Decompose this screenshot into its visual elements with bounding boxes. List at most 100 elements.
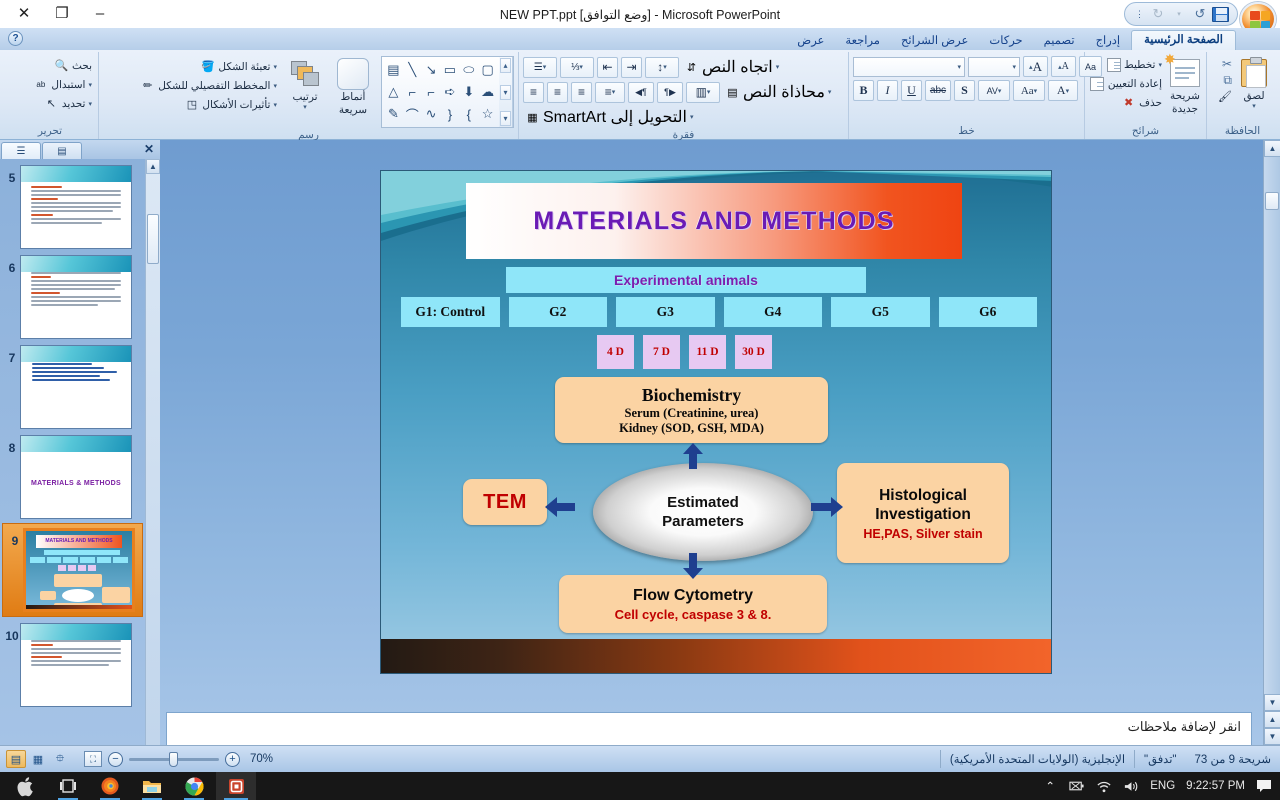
group-box-g6[interactable]: G6 [938, 297, 1037, 327]
shapes-more-icon[interactable]: ▾ [500, 111, 511, 126]
thumbnail-slide-5[interactable]: 5 [0, 159, 145, 249]
tab-design[interactable]: تصميم [1034, 31, 1085, 50]
node-biochemistry[interactable]: Biochemistry Serum (Creatinine, urea) Ki… [555, 377, 828, 443]
qat-overflow-icon[interactable]: ⋮ [1135, 9, 1144, 20]
shape-wave-icon[interactable]: ∿ [422, 103, 441, 125]
wifi-icon[interactable] [1096, 778, 1112, 794]
shape-star-icon[interactable]: ☆ [478, 103, 497, 125]
shape-step-connector-icon[interactable]: ⌐ [403, 81, 422, 103]
bold-button[interactable]: B [853, 80, 874, 101]
thumbnail-slide-9[interactable]: 9 MATERIALS AND METHODS [2, 523, 143, 617]
notifications-icon[interactable] [1256, 778, 1272, 794]
fit-slide-icon[interactable]: ⛶ [84, 751, 102, 767]
shape-arrow-icon[interactable]: ↘ [422, 59, 441, 81]
font-name-caret-icon[interactable]: ▾ [957, 63, 961, 71]
shapes-grid[interactable]: ▢ ⬭ ▭ ↘ ╲ ▤ ☁ ⬇ ➪ ⌐ ⌐ △ ☆ } {∿ ⌒ ✎ [382, 57, 499, 127]
increase-indent-button[interactable]: ⇥ [621, 56, 642, 78]
slide-scrollbar[interactable]: ▲ ▼ ▲ ▼ [1263, 140, 1280, 745]
thumbnail-slide-7[interactable]: 7 AIM OF THE WORK [0, 339, 145, 429]
shape-textbox-icon[interactable]: ▤ [384, 59, 403, 81]
shapes-scroll[interactable]: ▴ ▾ ▾ [499, 57, 513, 127]
decrease-indent-button[interactable]: ⇤ [597, 56, 618, 78]
node-histological-investigation[interactable]: Histological Investigation HE,PAS, Silve… [837, 463, 1009, 563]
help-icon[interactable]: ? [8, 31, 23, 46]
experimental-animals-box[interactable]: Experimental animals [506, 267, 866, 293]
change-case-button[interactable]: ▾ Aa [1013, 80, 1045, 101]
tab-home[interactable]: الصفحة الرئيسية [1131, 30, 1236, 50]
copy-icon[interactable]: ⧉ [1218, 73, 1232, 88]
chrome-button[interactable] [174, 772, 214, 800]
strikethrough-button[interactable]: abc [925, 80, 951, 101]
font-color-button[interactable]: ▾ A [1048, 80, 1078, 101]
zoom-level[interactable]: 70% [246, 753, 277, 765]
shape-line-icon[interactable]: ╲ [403, 59, 422, 81]
tab-review[interactable]: مراجعة [835, 31, 890, 50]
text-direction-button[interactable]: ▾ اتجاه النص ⇵ [682, 56, 781, 78]
rtl-direction-button[interactable]: ¶◀ [628, 81, 654, 103]
save-icon[interactable] [1212, 6, 1229, 22]
shape-cloud-icon[interactable]: ☁ [478, 81, 497, 103]
group-box-g1[interactable]: G1: Control [401, 297, 500, 327]
thumbnail-slide-10[interactable]: 10 Animal groups [0, 617, 145, 707]
convert-smartart-button[interactable]: ▾ التحويل إلى SmartArt ▦ [523, 106, 696, 128]
shape-oval-icon[interactable]: ⬭ [459, 59, 478, 81]
thumbnail-list[interactable]: 5 6 Mo [0, 159, 145, 745]
shapes-gallery[interactable]: ▴ ▾ ▾ ▢ ⬭ ▭ ↘ ╲ ▤ ☁ ⬇ ➪ ⌐ ⌐ △ ☆} {∿ ⌒ … [381, 56, 514, 128]
justify-button[interactable]: ▾ ≡ [595, 81, 625, 103]
day-box-30d[interactable]: 30 D [735, 335, 772, 369]
reset-button[interactable]: إعادة التعيين [1088, 75, 1164, 92]
zoom-in-button[interactable]: + [225, 751, 240, 767]
tab-view[interactable]: عرض [787, 31, 834, 50]
group-box-g2[interactable]: G2 [508, 297, 607, 327]
node-tem[interactable]: TEM [463, 479, 547, 525]
undo-icon[interactable]: ↺ [1191, 5, 1209, 23]
view-normal-icon[interactable]: ▤ [6, 750, 26, 768]
tab-insert[interactable]: إدراج [1086, 31, 1131, 50]
view-slideshow-icon[interactable]: ⯐ [50, 750, 70, 768]
paste-caret-icon[interactable]: ▾ [1252, 102, 1256, 110]
paste-button[interactable]: لصق ▾ [1234, 55, 1274, 112]
powerpoint-button[interactable] [216, 772, 256, 800]
task-view-button[interactable] [48, 772, 88, 800]
shape-rectangle-icon[interactable]: ▭ [441, 59, 460, 81]
shapes-scroll-down-icon[interactable]: ▾ [500, 84, 511, 100]
numbering-button[interactable]: ▾ ⅓ [560, 56, 594, 78]
thumbnail-slide-8[interactable]: 8 MATERIALS & METHODS [0, 429, 145, 519]
arrange-caret-icon[interactable]: ▾ [303, 103, 307, 111]
battery-icon[interactable] [1069, 778, 1085, 794]
day-box-11d[interactable]: 11 D [689, 335, 726, 369]
chevron-up-icon[interactable]: ⌃ [1042, 778, 1058, 794]
ltr-direction-button[interactable]: ▶¶ [657, 81, 683, 103]
thumbnail-preview[interactable]: Animal groups [20, 623, 132, 707]
slide-title-banner[interactable]: MATERIALS AND METHODS [466, 183, 962, 259]
columns-button[interactable]: ▾ ▥ [686, 81, 720, 103]
thumbnail-scroll-up-icon[interactable]: ▲ [146, 159, 160, 174]
thumbnail-preview[interactable] [20, 165, 132, 249]
align-right-button[interactable]: ≡ [523, 81, 544, 103]
shape-scribble-icon[interactable]: ✎ [384, 103, 403, 125]
format-painter-icon[interactable]: 🖌 [1218, 90, 1232, 103]
day-box-7d[interactable]: 7 D [643, 335, 680, 369]
thumbnail-scrollbar[interactable]: ▲ [145, 159, 160, 745]
next-slide-icon[interactable]: ▼ [1264, 728, 1280, 745]
start-button[interactable] [6, 772, 46, 800]
shape-effects-button[interactable]: ▾ تأثيرات الأشكال ◳ [138, 96, 279, 113]
arrange-button[interactable]: ترتيب ▾ [285, 56, 325, 113]
shape-arc-icon[interactable]: ⌒ [403, 103, 422, 125]
bullets-button[interactable]: ▾ ☰ [523, 56, 557, 78]
previous-slide-icon[interactable]: ▲ [1264, 711, 1280, 728]
shapes-scroll-up-icon[interactable]: ▴ [500, 58, 511, 73]
shape-triangle-icon[interactable]: △ [384, 81, 403, 103]
language-indicator[interactable]: ENG [1150, 780, 1175, 792]
node-estimated-parameters[interactable]: Estimated Parameters [593, 463, 813, 561]
thumbnail-slide-6[interactable]: 6 Morphological and cell biology [0, 249, 145, 339]
replace-button[interactable]: ▾ استبدال ab [31, 76, 94, 93]
font-size-input[interactable]: ▾ [968, 56, 1020, 77]
tab-outline[interactable]: ▤ [42, 142, 82, 159]
scroll-down-icon[interactable]: ▼ [1264, 694, 1280, 711]
shape-outline-button[interactable]: ▾ المخطط التفصيلي للشكل ✏ [138, 77, 279, 94]
font-size-caret-icon[interactable]: ▾ [1012, 63, 1016, 71]
group-box-g5[interactable]: G5 [831, 297, 930, 327]
day-box-4d[interactable]: 4 D [597, 335, 634, 369]
close-pane-icon[interactable]: ✕ [144, 142, 154, 156]
